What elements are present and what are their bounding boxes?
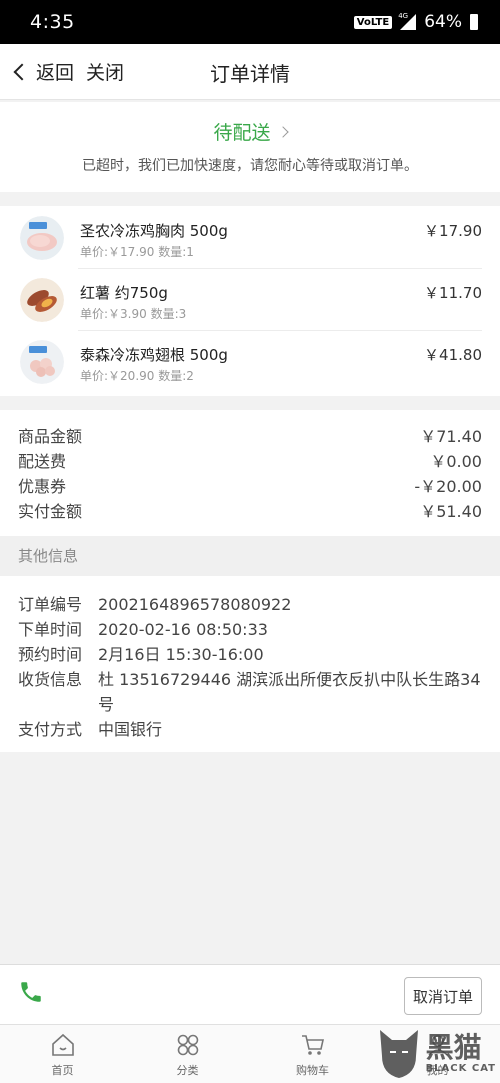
list-item[interactable]: 泰森冷冻鸡翅根 500g 单价:￥20.90 数量:2 ￥41.80	[0, 330, 500, 392]
scheduled-time-row: 预约时间 2月16日 15:30-16:00	[18, 642, 482, 667]
back-label: 返回	[36, 62, 75, 84]
watermark-text: 黑猫	[425, 1030, 482, 1064]
back-button[interactable]: 返回	[13, 58, 75, 85]
other-info-section: 订单编号 2002164896578080922 下单时间 2020-02-16…	[0, 576, 500, 752]
item-name: 红薯 约750g	[80, 284, 168, 302]
category-icon	[177, 1034, 198, 1056]
nav-bar: 返回 关闭 订单详情	[0, 44, 500, 100]
tab-cart[interactable]: 购物车	[250, 1025, 375, 1083]
status-time: 4:35	[30, 11, 75, 33]
chevron-right-icon	[276, 125, 289, 138]
scheduled-time: 2月16日 15:30-16:00	[98, 645, 264, 664]
item-name: 圣农冷冻鸡胸肉 500g	[80, 222, 228, 240]
delivery-address: 杜 13516729446 湖滨派出所便衣反扒中队长生路34号	[98, 670, 481, 714]
item-unit-qty: 单价:￥3.90 数量:3	[80, 307, 187, 321]
info-label: 下单时间	[18, 620, 83, 639]
item-unit-qty: 单价:￥20.90 数量:2	[80, 369, 194, 383]
chicken-breast-thumbnail	[20, 216, 64, 260]
list-item[interactable]: 红薯 约750g 单价:￥3.90 数量:3 ￥11.70	[0, 268, 500, 330]
item-price: ￥17.90	[424, 222, 482, 240]
info-label: 预约时间	[18, 645, 83, 664]
info-label: 订单编号	[18, 595, 83, 614]
delivery-fee-row: 配送费 ￥0.00	[18, 449, 482, 474]
order-status-label: 待配送	[213, 122, 271, 144]
tab-label: 首页	[51, 1064, 74, 1077]
black-cat-logo-icon	[379, 1030, 418, 1078]
item-price: ￥11.70	[424, 284, 482, 302]
tab-label: 购物车	[296, 1064, 329, 1077]
cancel-order-button[interactable]: 取消订单	[404, 977, 482, 1015]
item-name: 泰森冷冻鸡翅根 500g	[80, 346, 228, 364]
order-time-row: 下单时间 2020-02-16 08:50:33	[18, 617, 482, 642]
cart-icon	[301, 1035, 324, 1055]
chicken-drumette-thumbnail	[20, 340, 64, 384]
order-status-message: 已超时，我们已加快速度，请您耐心等待或取消订单。	[82, 158, 418, 174]
close-button[interactable]: 关闭	[86, 58, 124, 85]
total-label: 实付金额	[18, 502, 83, 521]
action-bar: 取消订单	[0, 964, 500, 1024]
battery-icon	[470, 14, 478, 30]
order-number: 2002164896578080922	[98, 595, 292, 614]
list-item[interactable]: 圣农冷冻鸡胸肉 500g 单价:￥17.90 数量:1 ￥17.90	[0, 206, 500, 268]
page-title: 订单详情	[210, 62, 290, 86]
status-bar: 4:35 VoLTE 4G 64%	[0, 0, 500, 44]
info-label: 支付方式	[18, 720, 83, 739]
total-value: ￥51.40	[420, 502, 482, 521]
tab-home[interactable]: 首页	[0, 1025, 125, 1083]
sweet-potato-thumbnail	[20, 278, 64, 322]
status-indicators: VoLTE 4G 64%	[353, 12, 478, 32]
volte-badge: VoLTE	[353, 15, 393, 29]
battery-percent: 64%	[424, 12, 462, 32]
tab-category[interactable]: 分类	[125, 1025, 250, 1083]
phone-icon[interactable]	[18, 979, 44, 1005]
order-totals: 商品金额 ￥71.40 配送费 ￥0.00 优惠券 -￥20.00 实付金额 ￥…	[0, 410, 500, 536]
payment-method: 中国银行	[98, 720, 163, 739]
order-status-link[interactable]: 待配送	[213, 118, 289, 145]
home-icon	[51, 1033, 74, 1056]
total-value: -￥20.00	[414, 477, 482, 496]
total-label: 配送费	[18, 452, 67, 471]
total-value: ￥71.40	[420, 427, 482, 446]
payment-method-row: 支付方式 中国银行	[18, 717, 482, 742]
info-label: 收货信息	[18, 670, 83, 689]
item-price: ￥41.80	[424, 346, 482, 364]
total-label: 商品金额	[18, 427, 83, 446]
paid-amount-row: 实付金额 ￥51.40	[18, 499, 482, 524]
watermark-logo: 黑猫 BLACK CAT	[376, 1026, 496, 1080]
chevron-left-icon	[13, 63, 31, 80]
delivery-address-row: 收货信息 杜 13516729446 湖滨派出所便衣反扒中队长生路34号	[18, 667, 482, 717]
signal-icon: 4G	[398, 12, 417, 30]
network-type: 4G	[398, 12, 409, 20]
tab-label: 分类	[176, 1064, 199, 1077]
total-value: ￥0.00	[430, 452, 482, 471]
order-number-row: 订单编号 2002164896578080922	[18, 592, 482, 617]
order-status-section: 待配送 已超时，我们已加快速度，请您耐心等待或取消订单。	[0, 102, 500, 192]
subtotal-row: 商品金额 ￥71.40	[18, 424, 482, 449]
order-time: 2020-02-16 08:50:33	[98, 620, 268, 639]
coupon-row: 优惠券 -￥20.00	[18, 474, 482, 499]
total-label: 优惠券	[18, 477, 67, 496]
watermark-subtext: BLACK CAT	[425, 1062, 496, 1074]
item-unit-qty: 单价:￥17.90 数量:1	[80, 245, 194, 259]
order-items-list: 圣农冷冻鸡胸肉 500g 单价:￥17.90 数量:1 ￥17.90 红薯 约7…	[0, 206, 500, 396]
other-info-header: 其他信息	[0, 536, 500, 576]
